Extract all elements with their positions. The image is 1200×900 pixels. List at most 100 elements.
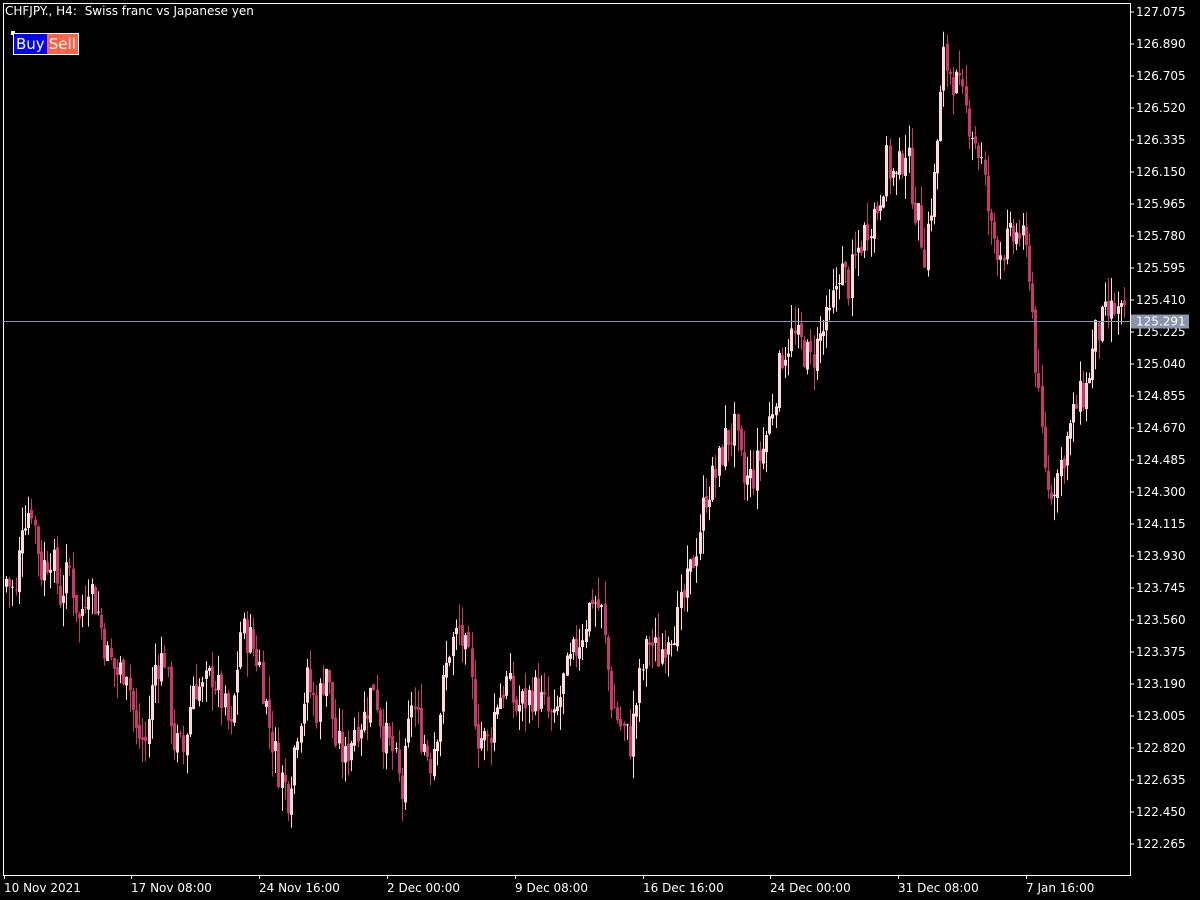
y-tick-label: 125.780 <box>1136 229 1186 243</box>
candle-body <box>521 691 524 704</box>
candle-body <box>1066 435 1069 466</box>
candle-body <box>363 711 366 731</box>
candle-body <box>835 286 838 290</box>
candle-body <box>901 153 904 175</box>
candle-body <box>442 675 445 712</box>
candle-body <box>575 638 578 656</box>
y-tick-label: 123.375 <box>1136 645 1186 659</box>
candle-body <box>271 731 274 753</box>
candle-body <box>778 352 781 408</box>
candle-body <box>24 528 27 531</box>
y-tick-label: 123.745 <box>1136 581 1186 595</box>
candle-body <box>509 672 512 680</box>
candle-body <box>249 627 252 653</box>
candle-body <box>1069 423 1072 439</box>
candle-body <box>531 691 534 712</box>
candle-body <box>1018 233 1021 239</box>
candle-body <box>347 744 350 762</box>
candle-body <box>18 550 21 593</box>
candle-body <box>338 730 341 744</box>
candle-body <box>59 585 62 605</box>
candle-body <box>132 690 135 711</box>
price-chart[interactable]: 127.075 126.890 126.705 126.520 126.335 126.1… <box>0 0 1200 900</box>
candle-body <box>379 710 382 727</box>
candle-body <box>645 638 648 669</box>
candle-body <box>1101 306 1104 342</box>
candle-body <box>423 743 426 752</box>
candle-body <box>920 205 923 248</box>
candle-body <box>490 737 493 743</box>
candle-body <box>958 72 961 76</box>
candle-body <box>547 696 550 712</box>
candle-body <box>718 447 721 476</box>
candle-body <box>477 724 480 749</box>
candle-body <box>1079 380 1082 412</box>
candle-body <box>515 699 518 711</box>
candle-body <box>879 205 882 211</box>
candle-body <box>236 669 239 693</box>
candle-body <box>420 707 423 752</box>
candle-body <box>214 688 217 691</box>
candle-body <box>154 664 157 686</box>
candle-body <box>851 254 854 299</box>
candle-body <box>262 661 265 705</box>
candle-body <box>246 619 249 654</box>
candle-body <box>287 784 290 814</box>
candle-body <box>847 269 850 300</box>
candle-body <box>974 136 977 144</box>
candle-body <box>990 212 993 221</box>
symbol-timeframe: CHFJPY., H4: <box>5 4 77 18</box>
candle-body <box>1082 382 1085 408</box>
y-tick-label: 124.485 <box>1136 453 1186 467</box>
candle-body <box>870 236 873 239</box>
candle-body <box>138 724 141 739</box>
sell-button[interactable]: Sell <box>46 34 78 54</box>
candle-body <box>8 578 11 587</box>
candle-body <box>540 692 543 709</box>
candle-body <box>170 666 173 727</box>
candle-body <box>813 354 816 368</box>
candle-body <box>62 595 65 603</box>
candle-body <box>445 662 448 678</box>
candle-body <box>914 202 917 223</box>
chart-frame <box>3 3 1131 876</box>
y-tick-label: 123.560 <box>1136 613 1186 627</box>
candle-body <box>642 669 645 671</box>
candle-body <box>895 172 898 174</box>
candle-body <box>205 670 208 679</box>
candle-body <box>483 731 486 741</box>
candle-body <box>376 689 379 710</box>
candle-body <box>632 713 635 757</box>
y-tick-label: 122.265 <box>1136 837 1186 851</box>
candle-body <box>141 737 144 741</box>
candle-body <box>1075 404 1078 409</box>
candle-body <box>759 450 762 462</box>
candle-body <box>1031 283 1034 313</box>
candle-body <box>648 642 651 645</box>
candle-body <box>927 223 930 271</box>
candle-body <box>604 603 607 636</box>
candle-body <box>106 645 109 662</box>
candle-body <box>822 331 825 337</box>
candle-body <box>797 325 800 335</box>
candle-body <box>211 666 214 688</box>
y-tick-label: 127.075 <box>1136 5 1186 19</box>
candle-body <box>1009 222 1012 228</box>
candle-body <box>588 602 591 632</box>
candle-body <box>227 693 230 721</box>
candle-body <box>768 416 771 434</box>
buy-button[interactable]: Buy <box>14 34 47 54</box>
y-tick-label: 124.300 <box>1136 485 1186 499</box>
x-tick-label: 10 Nov 2021 <box>4 881 81 895</box>
candle-body <box>186 734 189 756</box>
candle-body <box>600 605 603 607</box>
candle-body <box>87 596 90 610</box>
candle-body <box>809 340 812 353</box>
y-tick-label: 123.930 <box>1136 549 1186 563</box>
candle-body <box>543 692 546 695</box>
candle-body <box>110 648 113 658</box>
candle-body <box>1072 404 1075 423</box>
candle-body <box>97 611 100 613</box>
candle-body <box>78 613 81 619</box>
candle-body <box>680 591 683 608</box>
